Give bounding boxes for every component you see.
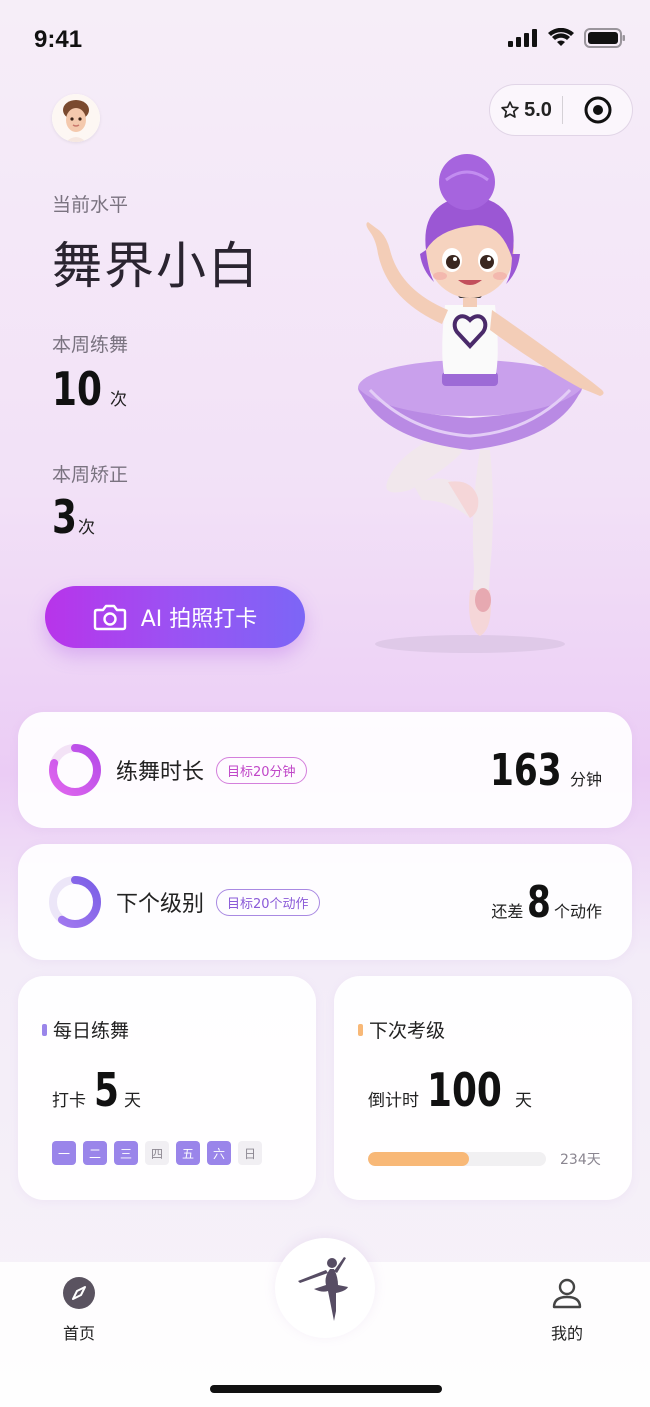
star-icon (501, 101, 519, 118)
weekly-correct-value: 3 (52, 490, 77, 544)
weekday-5: 五 (176, 1141, 200, 1165)
exam-unit: 天 (515, 1091, 533, 1111)
weekly-practice-value: 10 (52, 362, 102, 416)
next-level-prefix: 还差 (491, 901, 524, 921)
next-level-unit: 个动作 (553, 901, 602, 921)
weekly-correct-label: 本周矫正 (52, 464, 129, 486)
weekly-practice-unit: 次 (110, 390, 128, 410)
exam-accent-bar (358, 1023, 363, 1036)
duration-title: 练舞时长 (116, 760, 205, 785)
practice-duration-card[interactable]: 练舞时长 目标20分钟 163 分钟 (18, 712, 632, 828)
weekly-practice-stat: 10 次 (52, 362, 127, 416)
daily-practice-header: 每日练舞 (42, 1016, 316, 1043)
daily-practice-value: 5 (94, 1063, 119, 1117)
ai-photo-checkin-button[interactable]: AI 拍照打卡 (45, 586, 305, 648)
weekday-2: 二 (83, 1141, 107, 1165)
avatar[interactable] (52, 94, 100, 142)
exam-progress: 234天 (368, 1149, 632, 1169)
level-value: 舞界小白 (52, 237, 260, 295)
weekly-correct-unit: 次 (78, 518, 96, 538)
exam-title: 下次考级 (369, 1020, 446, 1042)
duration-value: 163 (490, 744, 562, 796)
duration-stat: 163 分钟 (490, 745, 602, 796)
user-icon (552, 1278, 582, 1309)
wifi-icon (548, 28, 574, 46)
weekly-practice-label: 本周练舞 (52, 334, 129, 356)
weekday-4: 四 (145, 1141, 169, 1165)
duration-ring (49, 744, 101, 796)
exam-total-label: 234天 (560, 1152, 601, 1168)
exam-header: 下次考级 (358, 1016, 632, 1043)
daily-practice-stat: 打卡 5 天 (52, 1063, 316, 1117)
tab-home-label: 首页 (62, 1324, 95, 1343)
exam-progress-track (368, 1152, 546, 1166)
next-level-value: 8 (527, 876, 552, 928)
weekday-3: 三 (114, 1141, 138, 1165)
mini-program-capsule: 5.0 (489, 84, 633, 136)
next-level-goal-badge: 目标20个动作 (216, 888, 320, 916)
exam-value: 100 (427, 1063, 502, 1117)
battery-icon (584, 28, 625, 48)
weekday-7: 日 (238, 1141, 262, 1165)
ballerina-silhouette-icon (298, 1257, 348, 1321)
exam-prefix: 倒计时 (368, 1091, 419, 1111)
weekday-1: 一 (52, 1141, 76, 1165)
compass-icon (63, 1277, 95, 1309)
rating-button[interactable]: 5.0 (490, 99, 562, 122)
next-level-card[interactable]: 下个级别 目标20个动作 还差 8 个动作 (18, 844, 632, 960)
home-indicator (210, 1385, 442, 1393)
daily-practice-accent-bar (42, 1023, 47, 1036)
daily-practice-title: 每日练舞 (53, 1020, 130, 1042)
daily-practice-unit: 天 (124, 1091, 142, 1111)
ballerina-illustration (330, 150, 630, 660)
level-label: 当前水平 (52, 194, 129, 216)
target-button[interactable] (563, 95, 632, 125)
signal-icon (508, 29, 537, 47)
next-level-ring (49, 876, 101, 928)
tab-home[interactable]: 首页 (62, 1276, 96, 1344)
next-level-title: 下个级别 (116, 892, 205, 917)
weekday-6: 六 (207, 1141, 231, 1165)
exam-stat: 倒计时 100 天 (368, 1063, 632, 1117)
rating-value: 5.0 (524, 98, 552, 121)
exam-countdown-card[interactable]: 下次考级 倒计时 100 天 234天 (334, 976, 632, 1200)
daily-practice-prefix: 打卡 (52, 1091, 86, 1111)
camera-icon (93, 604, 126, 631)
status-icons (508, 28, 626, 48)
weekly-correct-stat: 3 次 (52, 490, 95, 544)
tab-mine[interactable]: 我的 (550, 1276, 584, 1344)
ai-photo-checkin-label: AI 拍照打卡 (140, 607, 258, 632)
exam-progress-fill (368, 1152, 470, 1166)
duration-unit: 分钟 (569, 769, 602, 789)
status-time: 9:41 (34, 26, 83, 53)
next-level-stat: 还差 8 个动作 (491, 877, 602, 928)
duration-goal-badge: 目标20分钟 (216, 756, 307, 784)
daily-practice-card[interactable]: 每日练舞 打卡 5 天 一二三四五六日 (18, 976, 316, 1200)
weekday-checkins: 一二三四五六日 (52, 1141, 316, 1165)
tab-mine-label: 我的 (550, 1324, 583, 1343)
dance-center-button[interactable] (275, 1238, 375, 1338)
target-icon (584, 96, 611, 124)
